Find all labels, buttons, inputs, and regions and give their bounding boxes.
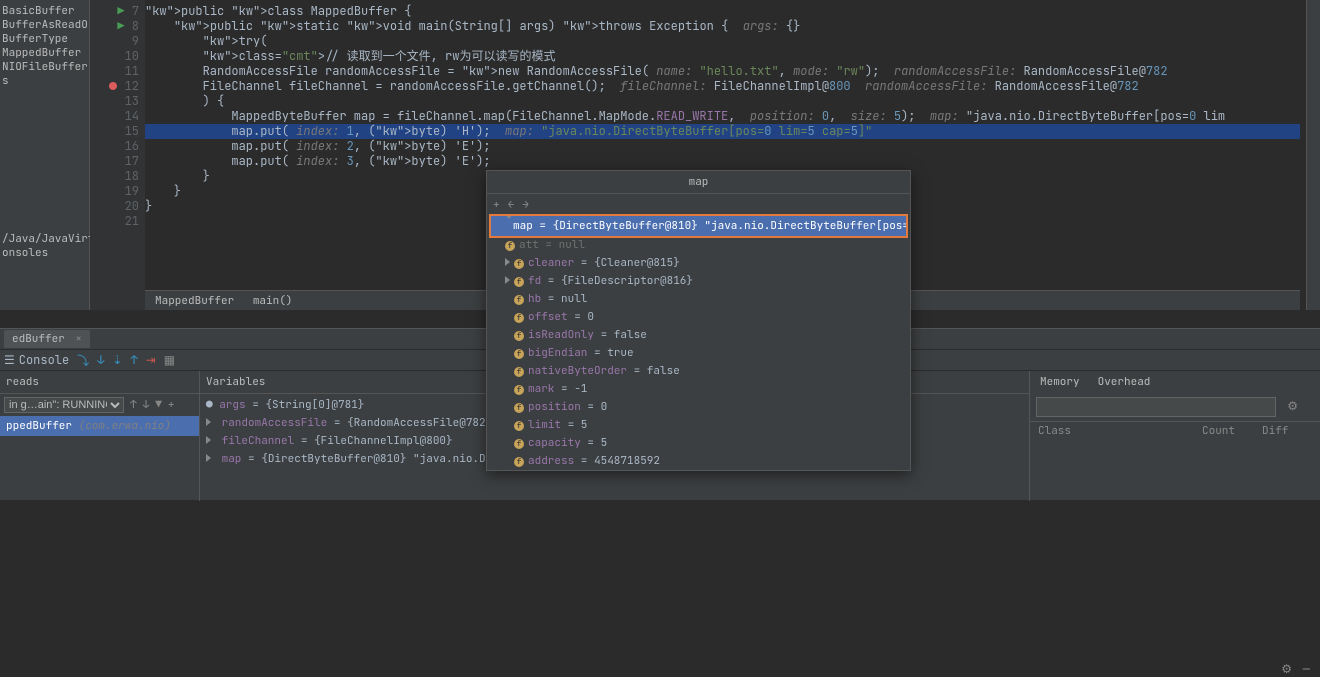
nav-item[interactable]: onsoles: [2, 246, 88, 260]
code-line[interactable]: map.put( index: 3, ("kw">byte) 'E');: [145, 154, 1300, 169]
debug-tab[interactable]: edBuffer ×: [4, 330, 90, 348]
arrow-right-icon[interactable]: →: [522, 198, 529, 212]
field-icon: f: [514, 277, 524, 287]
nav-item[interactable]: BufferType: [2, 32, 87, 46]
step-out-icon[interactable]: ↑: [130, 352, 137, 368]
run-to-icon[interactable]: ⇥: [146, 352, 156, 368]
prev-frame-icon[interactable]: ↑: [130, 398, 137, 412]
field-icon: f: [514, 403, 524, 413]
crumb[interactable]: MappedBuffer: [155, 294, 234, 308]
next-frame-icon[interactable]: ↓: [143, 398, 150, 412]
tooltip-toolbar[interactable]: + ← →: [487, 194, 910, 216]
nav-item[interactable]: MappedBuffer: [2, 46, 87, 60]
field-icon: f: [514, 385, 524, 395]
nav-item[interactable]: /Java/JavaVirtualM: [2, 232, 88, 246]
field-icon: f: [514, 331, 524, 341]
crumb[interactable]: main(): [253, 294, 293, 308]
nav-item[interactable]: s: [2, 74, 87, 88]
console-tab[interactable]: ☰ Console: [4, 352, 69, 368]
memory-search-input[interactable]: [1036, 397, 1276, 417]
overhead-tab[interactable]: Overhead: [1098, 375, 1151, 389]
tooltip-field-row[interactable]: flimit = 5: [487, 416, 910, 434]
arrow-left-icon[interactable]: ←: [508, 198, 515, 212]
memory-tab[interactable]: Memory: [1040, 375, 1080, 389]
field-icon: f: [514, 421, 524, 431]
frames-header: reads: [0, 371, 199, 394]
tooltip-field-row[interactable]: fisReadOnly = false: [487, 326, 910, 344]
tooltip-field-row[interactable]: fbigEndian = true: [487, 344, 910, 362]
code-line[interactable]: "kw">try(: [145, 34, 1300, 49]
code-line[interactable]: RandomAccessFile randomAccessFile = "kw"…: [145, 64, 1300, 79]
tooltip-field-row[interactable]: fhb = null: [487, 290, 910, 308]
frames-pane[interactable]: reads in g…ain": RUNNING ↑ ↓ ▼ + ppedBuf…: [0, 371, 200, 501]
code-line[interactable]: ) {: [145, 94, 1300, 109]
plus-icon[interactable]: +: [493, 198, 500, 212]
chevron-down-icon: [505, 216, 513, 233]
field-icon: f: [514, 313, 524, 323]
close-icon[interactable]: ×: [69, 332, 82, 346]
filter-icon[interactable]: ▼: [155, 398, 162, 412]
chevron-right-icon: [505, 276, 510, 284]
step-over-icon[interactable]: ⤵: [77, 352, 89, 369]
tooltip-field-row[interactable]: fposition = 0: [487, 398, 910, 416]
field-icon: f: [514, 295, 524, 305]
tooltip-field-row[interactable]: foffset = 0: [487, 308, 910, 326]
add-icon[interactable]: +: [168, 398, 175, 412]
code-line[interactable]: "kw">public "kw">static "kw">void main(S…: [145, 19, 1300, 34]
field-icon: f: [514, 367, 524, 377]
code-line[interactable]: "kw">public "kw">class MappedBuffer {: [145, 4, 1300, 19]
minimize-icon[interactable]: —: [1303, 661, 1310, 677]
tooltip-main-text: map = {DirectByteBuffer@810} "java.nio.D…: [513, 219, 906, 233]
field-icon: f: [514, 439, 524, 449]
chevron-right-icon: [206, 436, 211, 444]
tooltip-field-row[interactable]: fmark = -1: [487, 380, 910, 398]
memory-table-header: Class Count Diff: [1030, 421, 1320, 440]
step-into-icon[interactable]: ⇣: [112, 352, 122, 368]
project-pane-lower[interactable]: /Java/JavaVirtualM onsoles: [0, 230, 90, 310]
chevron-right-icon: [206, 454, 211, 462]
field-icon: f: [514, 259, 524, 269]
step-into-icon[interactable]: ↓: [97, 352, 104, 368]
tooltip-main-row[interactable]: map = {DirectByteBuffer@810} "java.nio.D…: [491, 216, 906, 236]
tooltip-field-row[interactable]: faddress = 4548718592: [487, 452, 910, 470]
field-icon: f: [514, 457, 524, 467]
code-line[interactable]: "kw">class="cmt">// 读取到一个文件, rw为可以读写的模式: [145, 49, 1300, 64]
evaluate-icon[interactable]: ▦: [164, 352, 175, 368]
line-gutter: ▶ 7▶ 891011 12131415161718192021: [90, 0, 145, 310]
tooltip-field-row[interactable]: fcleaner = {Cleaner@815}: [487, 254, 910, 272]
tooltip-field-row[interactable]: fatt = null: [487, 236, 910, 254]
thread-selector[interactable]: in g…ain": RUNNING: [4, 397, 124, 413]
tooltip-field-row[interactable]: fcapacity = 5: [487, 434, 910, 452]
stack-frame[interactable]: ppedBuffer (com.erwa.nio): [0, 416, 199, 436]
tooltip-field-row[interactable]: ffd = {FileDescriptor@816}: [487, 272, 910, 290]
tooltip-field-row[interactable]: fnativeByteOrder = false: [487, 362, 910, 380]
chevron-right-icon: [505, 258, 510, 266]
field-icon: f: [505, 241, 515, 251]
chevron-right-icon: [206, 418, 211, 426]
tooltip-title: map: [487, 171, 910, 194]
field-icon: f: [514, 349, 524, 359]
memory-pane[interactable]: Memory Overhead ⚙ Class Count Diff: [1030, 371, 1320, 501]
code-line[interactable]: map.put( index: 1, ("kw">byte) 'H'); map…: [145, 124, 1300, 139]
nav-item[interactable]: BufferAsReadOnly: [2, 18, 87, 32]
right-gutter: [1306, 0, 1320, 310]
code-line[interactable]: FileChannel fileChannel = randomAccessFi…: [145, 79, 1300, 94]
debug-value-tooltip[interactable]: map + ← → map = {DirectByteBuffer@810} "…: [486, 170, 911, 471]
gear-icon[interactable]: ⚙: [1287, 398, 1298, 414]
code-line[interactable]: map.put( index: 2, ("kw">byte) 'E');: [145, 139, 1300, 154]
nav-item[interactable]: NIOFileBuffer: [2, 60, 87, 74]
nav-item[interactable]: BasicBuffer: [2, 4, 87, 18]
code-line[interactable]: MappedByteBuffer map = fileChannel.map(F…: [145, 109, 1300, 124]
gear-icon[interactable]: ⚙: [1281, 661, 1292, 677]
